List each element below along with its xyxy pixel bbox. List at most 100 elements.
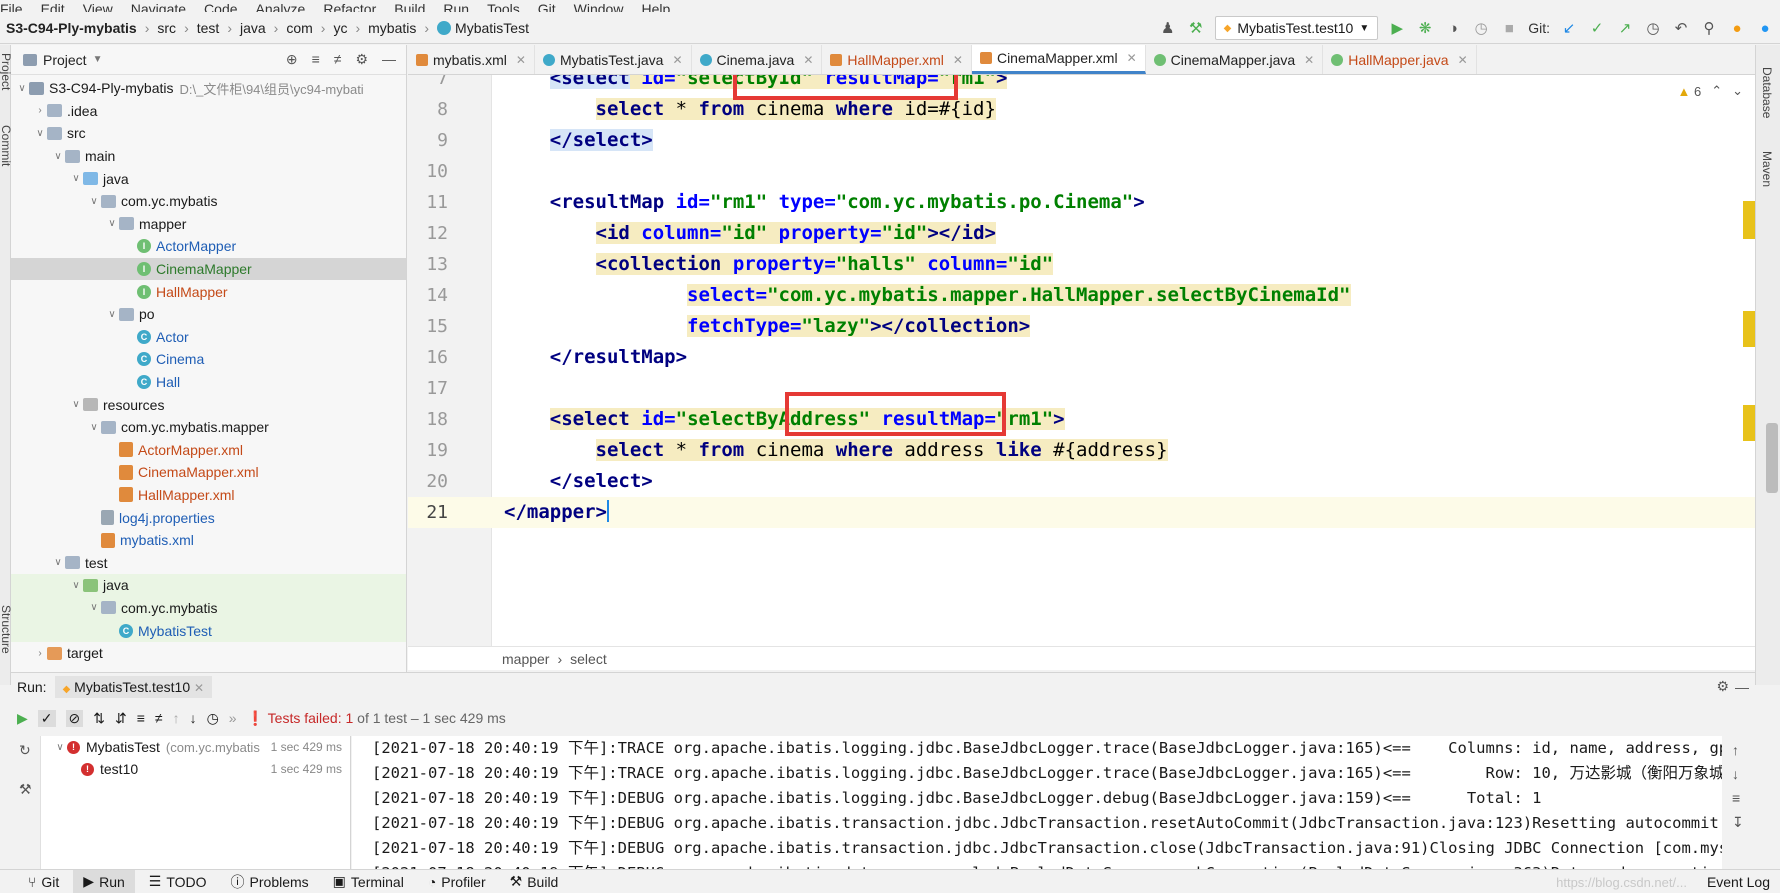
code-line[interactable]: 7 <select id="selectById" resultMap="rm1… [408,75,1755,94]
tree-item[interactable]: log4j.properties [11,506,406,529]
breadcrumb-item[interactable]: S3-C94-Ply-mybatis [2,20,141,36]
chevron-down-icon[interactable]: ∨ [53,742,67,753]
show-passed-icon[interactable]: ✓ [37,709,56,727]
editor-breadcrumb-item[interactable]: mapper [502,651,549,667]
tree-item[interactable]: I CinemaMapper [11,257,406,281]
close-icon[interactable]: ✕ [1304,53,1314,67]
tree-item[interactable]: ∨ main [11,145,406,168]
close-icon[interactable]: ✕ [1458,53,1468,67]
coverage-icon[interactable]: ◑ [1444,19,1462,37]
editor-scrollbar-thumb[interactable] [1766,423,1778,493]
jetbrains-logo-icon[interactable]: ● [1756,19,1774,37]
database-tool-tab[interactable]: Database [1760,67,1774,118]
tree-item[interactable]: CinemaMapper.xml [11,461,406,484]
chevron-up-icon[interactable]: ⌃ [1711,83,1722,99]
chevron-down-icon[interactable]: ∨ [51,151,65,162]
sort-alpha-icon[interactable]: ⇅ [93,710,105,727]
editor-tab[interactable]: Cinema.java ✕ [692,45,823,74]
chevron-down-icon[interactable]: ∨ [87,422,101,433]
breadcrumb-item[interactable]: test [193,20,224,36]
tree-item[interactable]: I HallMapper [11,280,406,303]
tool-window-build[interactable]: ⚒ Build [500,870,569,893]
next-failed-icon[interactable]: ↓ [190,710,197,726]
show-ignored-icon[interactable]: ⊘ [65,709,84,727]
update-icon[interactable]: ● [1728,19,1746,37]
editor-tab[interactable]: CinemaMapper.xml ✕ [971,45,1146,74]
tree-item[interactable]: C Cinema [11,348,406,371]
tree-item[interactable]: ∨ java [11,574,406,597]
profile-icon[interactable]: ◷ [1472,19,1490,37]
hide-icon[interactable]: — [1735,679,1749,695]
close-icon[interactable]: ✕ [803,53,813,67]
chevron-down-icon[interactable]: ∨ [51,557,65,568]
project-panel-title[interactable]: Project [43,52,87,68]
code-line[interactable]: 13 <collection property="halls" column="… [408,249,1755,280]
git-update-icon[interactable]: ↙ [1560,19,1578,37]
editor-tab[interactable]: CinemaMapper.java ✕ [1146,45,1324,74]
editor-tab[interactable]: HallMapper.xml ✕ [822,45,972,74]
code-line[interactable]: 8 select * from cinema where id=#{id} [408,94,1755,125]
chevron-down-icon[interactable]: ⌄ [1732,83,1743,99]
code-editor[interactable]: 7 <select id="selectById" resultMap="rm1… [408,75,1755,646]
chevron-down-icon[interactable]: ∨ [87,196,101,207]
code-line[interactable]: 12 <id column="id" property="id"></id> [408,218,1755,249]
run-tab[interactable]: ◆ MybatisTest.test10 ✕ [54,675,213,698]
close-icon[interactable]: ✕ [194,681,204,695]
expand-all-icon[interactable]: ≡ [312,51,320,68]
tree-item[interactable]: › target [11,642,406,665]
tree-item[interactable]: ∨ com.yc.mybatis.mapper [11,416,406,439]
code-line[interactable]: 17 [408,373,1755,404]
collapse-all-icon[interactable]: ≠ [155,710,163,726]
tree-item[interactable]: ∨ po [11,303,406,326]
hide-icon[interactable]: — [382,51,396,68]
prev-failed-icon[interactable]: ↑ [173,710,180,726]
tree-item[interactable]: ∨ com.yc.mybatis [11,190,406,213]
close-icon[interactable]: ✕ [516,53,526,67]
test-result-row[interactable]: ∨! MybatisTest (com.yc.mybatis 1 sec 429 ms [11,736,350,758]
tree-item[interactable]: mybatis.xml [11,529,406,552]
debug-icon[interactable]: ❋ [1416,19,1434,37]
code-line[interactable]: 20 </select> [408,466,1755,497]
code-line[interactable]: 14 select="com.yc.mybatis.mapper.HallMap… [408,280,1755,311]
editor-tab[interactable]: mybatis.xml ✕ [408,45,535,74]
close-icon[interactable]: ✕ [953,53,963,67]
search-icon[interactable]: ⚲ [1700,19,1718,37]
gear-icon[interactable]: ⚙ [355,51,368,68]
editor-tab[interactable]: MybatisTest.java ✕ [535,45,692,74]
tree-item[interactable]: ActorMapper.xml [11,439,406,462]
close-icon[interactable]: ✕ [672,53,682,67]
tree-item[interactable]: ∨ resources [11,393,406,416]
tree-item[interactable]: ∨ com.yc.mybatis [11,596,406,620]
rollback-icon[interactable]: ↶ [1672,19,1690,37]
gear-icon[interactable]: ⚙ [1716,678,1729,695]
tool-window-run[interactable]: ▶ Run [73,869,135,893]
chevron-down-icon[interactable]: ∨ [33,128,47,139]
tool-window-profiler[interactable]: ◔ Profiler [418,870,496,893]
tree-item[interactable]: ∨ S3-C94-Ply-mybatis D:\_文件柜\94\组员\yc94-my… [11,77,406,100]
more-icon[interactable]: » [229,710,237,726]
run-configuration-select[interactable]: ◆ MybatisTest.test10 ▼ [1214,16,1379,40]
chevron-down-icon[interactable]: ∨ [69,580,83,591]
code-line[interactable]: 19 select * from cinema where address li… [408,435,1755,466]
tree-item[interactable]: ∨ test [11,551,406,574]
console-output[interactable]: [2021-07-18 20:40:19 下午]:TRACE org.apach… [352,736,1722,869]
code-line[interactable]: 11 <resultMap id="rm1" type="com.yc.myba… [408,187,1755,218]
tree-item[interactable]: ∨ mapper [11,213,406,236]
event-log-button[interactable]: Event Log [1707,874,1770,890]
chevron-down-icon[interactable]: ∨ [15,83,29,94]
breadcrumb-item[interactable]: com [282,20,316,36]
chevron-down-icon[interactable]: ∨ [87,602,101,613]
chevron-down-icon[interactable]: ▼ [93,54,103,65]
tree-item[interactable]: ∨ src [11,122,406,145]
history-icon[interactable]: ◷ [1644,19,1662,37]
tool-window-git[interactable]: ⑂ Git [18,870,69,893]
chevron-right-icon[interactable]: › [33,105,47,116]
code-line[interactable]: 15 fetchType="lazy"></collection> [408,311,1755,342]
tree-item[interactable]: C Hall [11,371,406,394]
history-icon[interactable]: ◷ [207,710,219,727]
inspection-widget[interactable]: ▲ 6 ⌃ ⌄ [1677,83,1743,99]
breadcrumb-item[interactable]: MybatisTest [433,20,533,36]
breadcrumb-item[interactable]: yc [329,20,351,36]
locate-icon[interactable]: ⊕ [286,51,298,68]
tree-item[interactable]: C Actor [11,326,406,349]
